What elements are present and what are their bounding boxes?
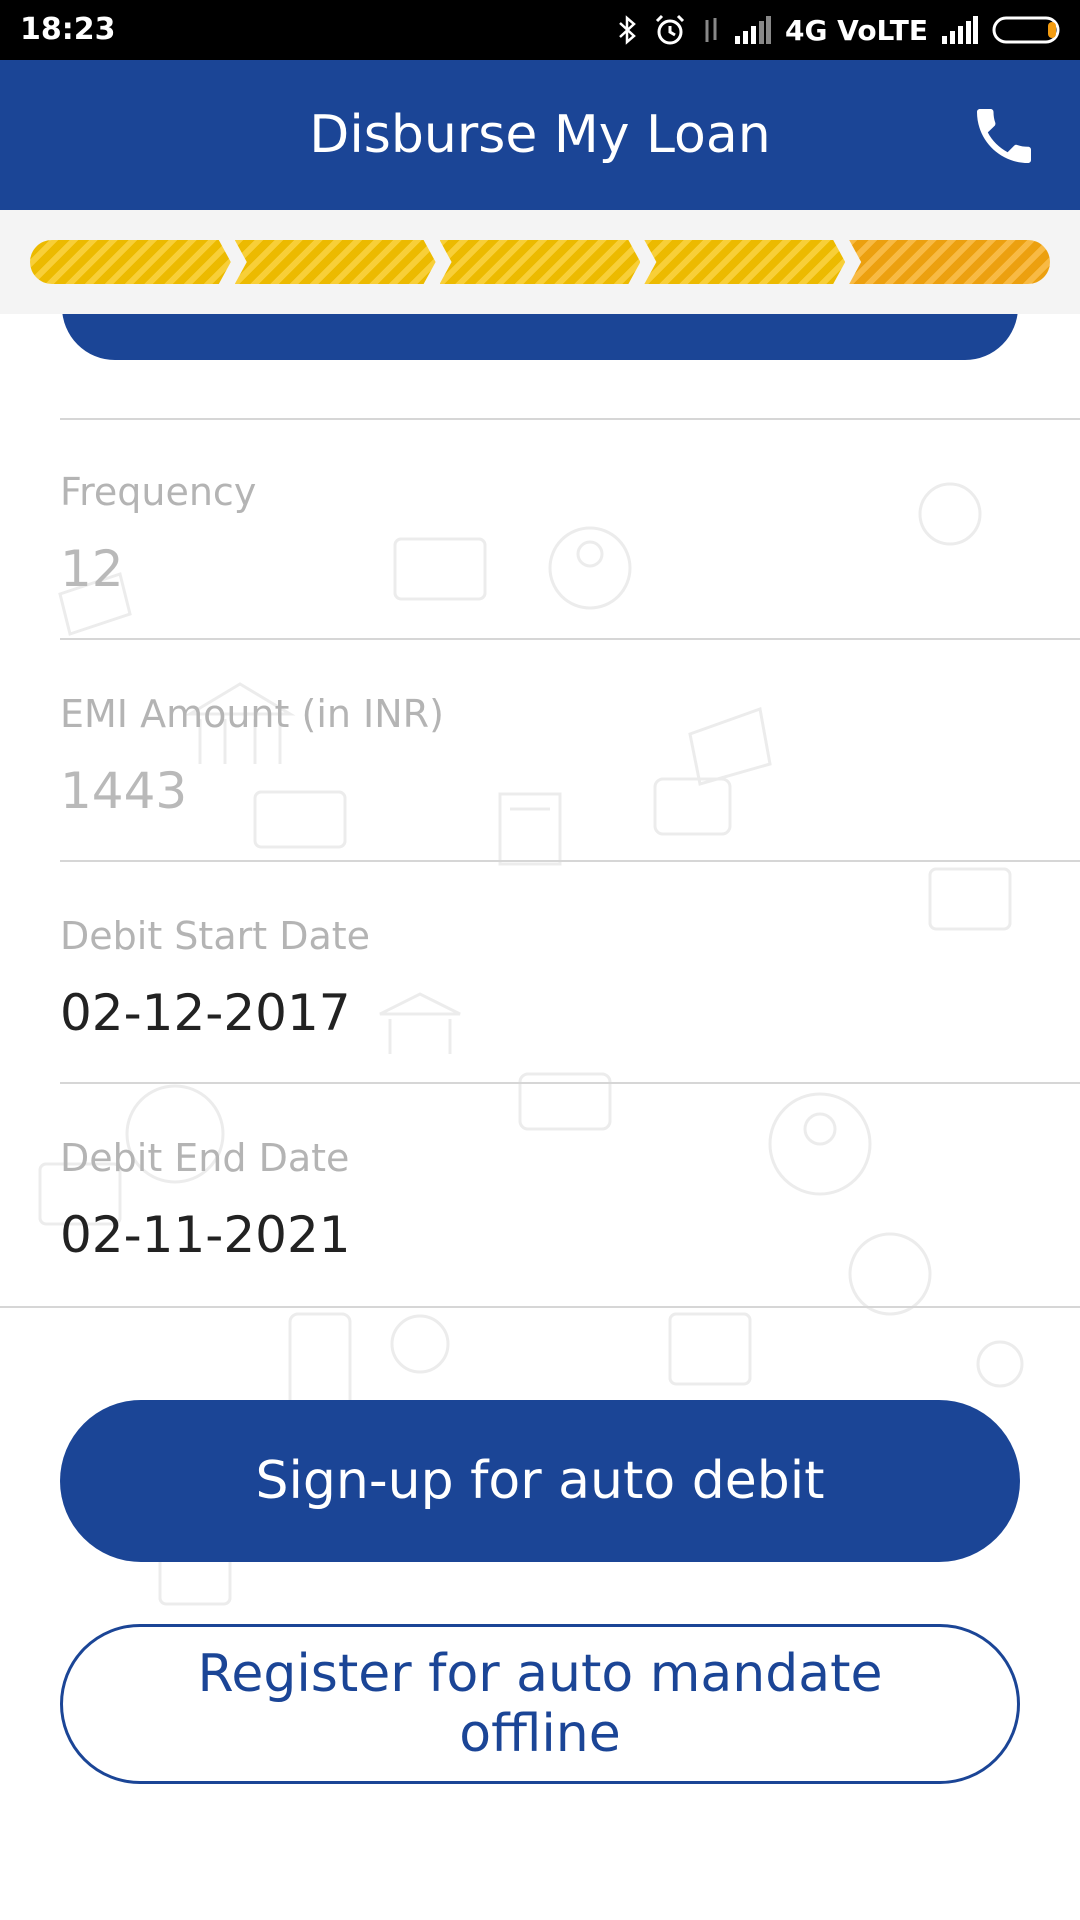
progress-step-2 bbox=[235, 240, 436, 284]
network-type-label: 4G VoLTE bbox=[784, 13, 928, 47]
progress-track bbox=[30, 240, 1050, 284]
page-title: Disburse My Loan bbox=[309, 105, 771, 165]
signal-icon bbox=[734, 16, 771, 44]
status-icons: 4G VoLTE bbox=[617, 8, 1064, 52]
debit-start-date-label: Debit Start Date bbox=[60, 914, 371, 958]
field-underline bbox=[60, 1082, 1080, 1084]
debit-end-date-label: Debit End Date bbox=[60, 1136, 350, 1180]
divider bbox=[0, 1306, 1080, 1308]
emi-amount-label: EMI Amount (in INR) bbox=[60, 692, 444, 736]
field-underline bbox=[60, 860, 1080, 862]
call-button[interactable] bbox=[968, 100, 1040, 172]
auto-debit-signup-button[interactable]: Sign-up for auto debit bbox=[60, 1400, 1020, 1562]
alarm-icon bbox=[653, 13, 687, 47]
status-time: 18:23 bbox=[20, 12, 116, 47]
debit-start-date-field[interactable]: Debit Start Date 02-12-2017 bbox=[60, 864, 1080, 1084]
emi-amount-value: 1443 bbox=[60, 762, 188, 820]
progress-step-4 bbox=[644, 240, 845, 284]
phone-icon bbox=[977, 109, 1031, 163]
debit-start-date-value[interactable]: 02-12-2017 bbox=[60, 984, 351, 1042]
field-underline bbox=[60, 638, 1080, 640]
data-transfer-icon bbox=[701, 14, 721, 46]
progress-step-1 bbox=[30, 240, 231, 284]
frequency-value: 12 bbox=[60, 540, 124, 598]
frequency-field: Frequency 12 bbox=[60, 420, 1080, 640]
previous-action-button[interactable] bbox=[62, 314, 1018, 360]
register-auto-mandate-button[interactable]: Register for auto mandate offline bbox=[60, 1624, 1020, 1784]
debit-end-date-value[interactable]: 02-11-2021 bbox=[60, 1206, 351, 1264]
form-content[interactable]: Frequency 12 EMI Amount (in INR) 1443 De… bbox=[0, 314, 1080, 1920]
emi-amount-field: EMI Amount (in INR) 1443 bbox=[60, 642, 1080, 862]
debit-end-date-field[interactable]: Debit End Date 02-11-2021 bbox=[60, 1086, 1080, 1306]
app-bar: Disburse My Loan bbox=[0, 60, 1080, 210]
status-bar: 18:23 4G VoLTE bbox=[0, 0, 1080, 60]
progress-step-3 bbox=[440, 240, 641, 284]
frequency-label: Frequency bbox=[60, 470, 257, 514]
battery-icon bbox=[992, 14, 1064, 46]
signal-icon bbox=[942, 16, 978, 44]
progress-step-5 bbox=[849, 240, 1050, 284]
progress-indicator bbox=[0, 210, 1080, 314]
bluetooth-icon bbox=[617, 14, 639, 46]
